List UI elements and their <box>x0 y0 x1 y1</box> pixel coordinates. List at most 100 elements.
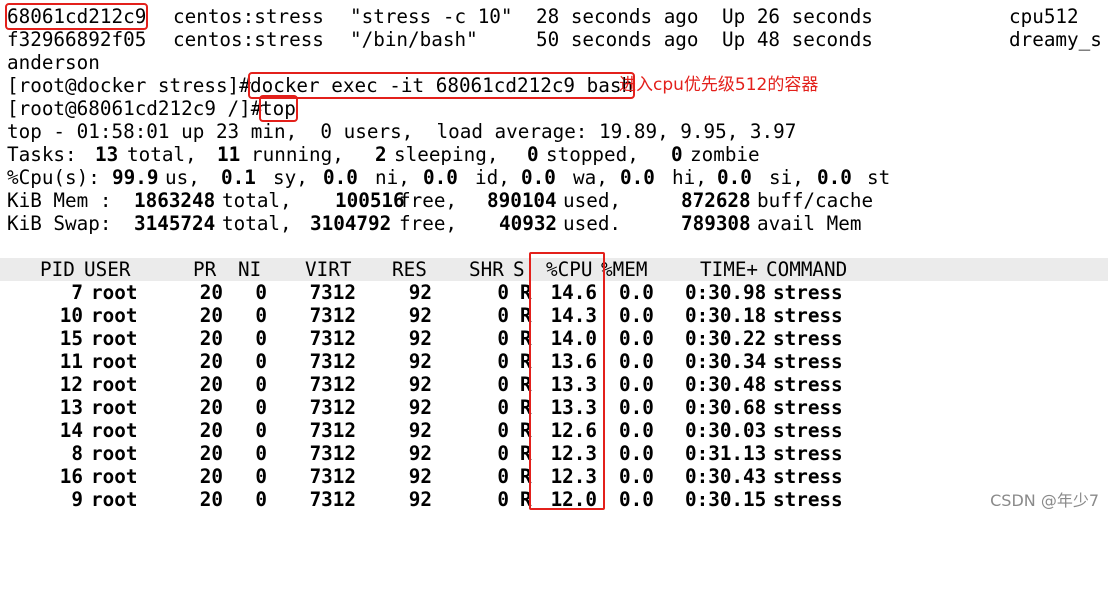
container-id-highlight: 68061cd212c9 <box>4 3 149 30</box>
container-command: "stress -c 10" <box>350 5 513 28</box>
process-pid: 8 <box>71 442 83 465</box>
top-uptime-line: top - 01:58:01 up 23 min, 0 users, load … <box>7 120 797 143</box>
process-command: stress <box>773 442 843 465</box>
process-res: 92 <box>408 350 432 373</box>
process-res: 92 <box>408 419 432 442</box>
process-time: 0:30.34 <box>685 350 767 373</box>
process-shr: 0 <box>497 488 509 511</box>
process-user: root <box>91 373 138 396</box>
process-user: root <box>91 488 138 511</box>
process-pid: 16 <box>59 465 83 488</box>
process-s: R <box>520 373 532 396</box>
process-mem: 0.0 <box>619 281 654 304</box>
process-time: 0:30.48 <box>685 373 767 396</box>
container-prompt: [root@68061cd212c9 /]# <box>7 97 263 120</box>
docker-ps-row: f32966892f05 centos:stress "/bin/bash" 5… <box>7 28 1115 51</box>
top-mem-line: KiB Mem : 1863248 total, 100516 free, 89… <box>7 189 874 212</box>
process-row: 10 root 20 0 7312 92 0 R 14.3 0.0 0:30.18 stress <box>7 304 1115 327</box>
process-user: root <box>91 465 138 488</box>
process-cpu: 14.3 <box>550 304 597 327</box>
process-row: 8 root 20 0 7312 92 0 R 12.3 0.0 0:31.13 stress <box>7 442 1115 465</box>
process-shr: 0 <box>497 442 509 465</box>
process-pr: 20 <box>199 373 223 396</box>
process-virt: 7312 <box>309 327 356 350</box>
process-pid: 13 <box>59 396 83 419</box>
container-name-wrap: anderson <box>7 51 100 74</box>
process-row: 14 root 20 0 7312 92 0 R 12.6 0.0 0:30.03 stress <box>7 419 1115 442</box>
top-tasks-line: Tasks: 13 total, 11 running, 2 sleeping,… <box>7 143 760 166</box>
process-pid: 11 <box>59 350 83 373</box>
process-user: root <box>91 396 138 419</box>
process-s: R <box>520 327 532 350</box>
process-ni: 0 <box>255 304 267 327</box>
watermark: CSDN @年少7 <box>990 491 1099 510</box>
process-res: 92 <box>408 465 432 488</box>
process-shr: 0 <box>497 304 509 327</box>
process-pid: 14 <box>59 419 83 442</box>
process-time: 0:30.03 <box>685 419 767 442</box>
process-pr: 20 <box>199 281 223 304</box>
process-pid: 12 <box>59 373 83 396</box>
process-s: R <box>520 281 532 304</box>
process-shr: 0 <box>497 373 509 396</box>
process-user: root <box>91 281 138 304</box>
process-command: stress <box>773 419 843 442</box>
process-s: R <box>520 419 532 442</box>
process-shr: 0 <box>497 327 509 350</box>
process-shr: 0 <box>497 419 509 442</box>
docker-ps-row: 68061cd212c9 centos:stress "stress -c 10… <box>4 3 1115 30</box>
process-cpu: 13.3 <box>550 373 597 396</box>
process-pid: 10 <box>59 304 83 327</box>
process-row: 15 root 20 0 7312 92 0 R 14.0 0.0 0:30.22 stress <box>7 327 1115 350</box>
process-time: 0:30.98 <box>685 281 767 304</box>
process-s: R <box>520 488 532 511</box>
process-pr: 20 <box>199 419 223 442</box>
process-time: 0:30.22 <box>685 327 767 350</box>
top-cpu-line: %Cpu(s): 99.9 us, 0.1 sy, 0.0 ni, 0.0 id… <box>7 166 891 189</box>
exec-command-line: [root@docker stress]# docker exec -it 68… <box>7 72 1115 99</box>
process-ni: 0 <box>255 373 267 396</box>
process-virt: 7312 <box>309 442 356 465</box>
process-row: 16 root 20 0 7312 92 0 R 12.3 0.0 0:30.43 stress <box>7 465 1115 488</box>
process-virt: 7312 <box>309 373 356 396</box>
process-cpu: 12.6 <box>550 419 597 442</box>
process-row: 9 root 20 0 7312 92 0 R 12.0 0.0 0:30.15 stress <box>7 488 1115 511</box>
process-time: 0:31.13 <box>685 442 767 465</box>
process-virt: 7312 <box>309 281 356 304</box>
process-virt: 7312 <box>309 419 356 442</box>
process-command: stress <box>773 304 843 327</box>
process-ni: 0 <box>255 465 267 488</box>
docker-ps-row-wrap: anderson <box>7 51 1115 74</box>
process-pr: 20 <box>199 304 223 327</box>
process-command: stress <box>773 465 843 488</box>
process-row: 7 root 20 0 7312 92 0 R 14.6 0.0 0:30.98 stress <box>7 281 1115 304</box>
process-ni: 0 <box>255 281 267 304</box>
process-cpu: 14.0 <box>550 327 597 350</box>
process-cpu: 13.6 <box>550 350 597 373</box>
process-pr: 20 <box>199 465 223 488</box>
process-ni: 0 <box>255 396 267 419</box>
process-res: 92 <box>408 396 432 419</box>
process-pr: 20 <box>199 396 223 419</box>
process-command: stress <box>773 488 843 511</box>
process-pid: 15 <box>59 327 83 350</box>
top-command-line: [root@68061cd212c9 /]# top <box>7 95 1115 122</box>
process-res: 92 <box>408 488 432 511</box>
terminal-window[interactable]: 68061cd212c9 centos:stress "stress -c 10… <box>0 3 1115 511</box>
process-cpu: 12.3 <box>550 442 597 465</box>
process-row: 11 root 20 0 7312 92 0 R 13.6 0.0 0:30.34 stress <box>7 350 1115 373</box>
container-command: "/bin/bash" <box>350 28 478 51</box>
process-mem: 0.0 <box>619 396 654 419</box>
process-cpu: 12.0 <box>550 488 597 511</box>
process-command: stress <box>773 327 843 350</box>
container-name: cpu512 <box>1009 5 1079 28</box>
process-s: R <box>520 442 532 465</box>
container-created: 28 seconds ago <box>536 5 699 28</box>
process-s: R <box>520 396 532 419</box>
top-swap-line: KiB Swap: 3145724 total, 3104792 free, 4… <box>7 212 862 235</box>
top-command-highlight: top <box>259 95 298 122</box>
process-ni: 0 <box>255 419 267 442</box>
process-ni: 0 <box>255 327 267 350</box>
process-time: 0:30.18 <box>685 304 767 327</box>
process-time: 0:30.15 <box>685 488 767 511</box>
